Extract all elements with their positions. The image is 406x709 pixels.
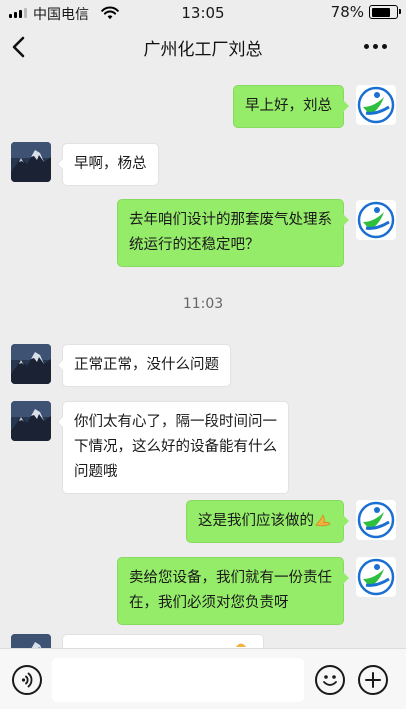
- more-dots-icon[interactable]: [364, 36, 390, 56]
- message-bubble-other[interactable]: 正常正常，没什么问题: [57, 344, 231, 387]
- message-bubble-self[interactable]: 这是我们应该做的: [186, 500, 349, 543]
- contact-avatar[interactable]: [11, 142, 51, 182]
- mountain-avatar-icon: [11, 401, 51, 441]
- emoji-partial-icon: [236, 643, 246, 647]
- brand-logo-icon: [356, 85, 396, 125]
- self-avatar[interactable]: [356, 85, 396, 125]
- mountain-avatar-icon: [11, 634, 51, 648]
- message-bubble-self[interactable]: 早上好，刘总: [233, 85, 349, 128]
- self-avatar[interactable]: [356, 200, 396, 240]
- chat-title: 广州化工厂刘总: [143, 40, 263, 60]
- message-bubble-self[interactable]: 去年咱们设计的那套废气处理系 统运行的还稳定吧？: [117, 199, 349, 267]
- self-avatar[interactable]: [356, 500, 396, 540]
- mountain-avatar-icon: [11, 344, 51, 384]
- nav-bar: 广州化工厂刘总: [0, 26, 406, 70]
- message-bubble-self[interactable]: 卖给您设备，我们就有一份责任 在，我们必须对您负责呀: [117, 557, 349, 625]
- battery-percent: 78%: [330, 3, 364, 21]
- message-bubble-other[interactable]: 你们太有心了，隔一段时间问一 下情况，这么好的设备能有什么 问题哦: [57, 401, 289, 494]
- message-input[interactable]: [52, 658, 304, 702]
- message-bubble-other[interactable]: 早啊，杨总: [57, 143, 159, 186]
- contact-avatar[interactable]: [11, 344, 51, 384]
- contact-avatar[interactable]: [11, 401, 51, 441]
- chat-messages[interactable]: 早上好，刘总 早啊，杨总 去年咱们设计的那套废气处理系 统运行的还稳定吧？ 11…: [0, 70, 406, 648]
- voice-icon[interactable]: [12, 665, 42, 695]
- brand-logo-icon: [356, 500, 396, 540]
- folded-hands-emoji-icon: [315, 514, 331, 527]
- message-text: 这是我们应该做的: [198, 513, 314, 529]
- status-bar: 中国电信 13:05 78%: [0, 0, 406, 26]
- message-bubble-other-partial[interactable]: [62, 634, 264, 648]
- contact-avatar[interactable]: [11, 634, 51, 648]
- battery-icon: [369, 5, 401, 19]
- self-avatar[interactable]: [356, 557, 396, 597]
- mountain-avatar-icon: [11, 142, 51, 182]
- input-bar: [0, 648, 406, 709]
- message-timestamp: 11:03: [182, 296, 224, 312]
- brand-logo-icon: [356, 200, 396, 240]
- smiley-icon[interactable]: [315, 665, 345, 695]
- brand-logo-icon: [356, 557, 396, 597]
- plus-icon[interactable]: [358, 665, 388, 695]
